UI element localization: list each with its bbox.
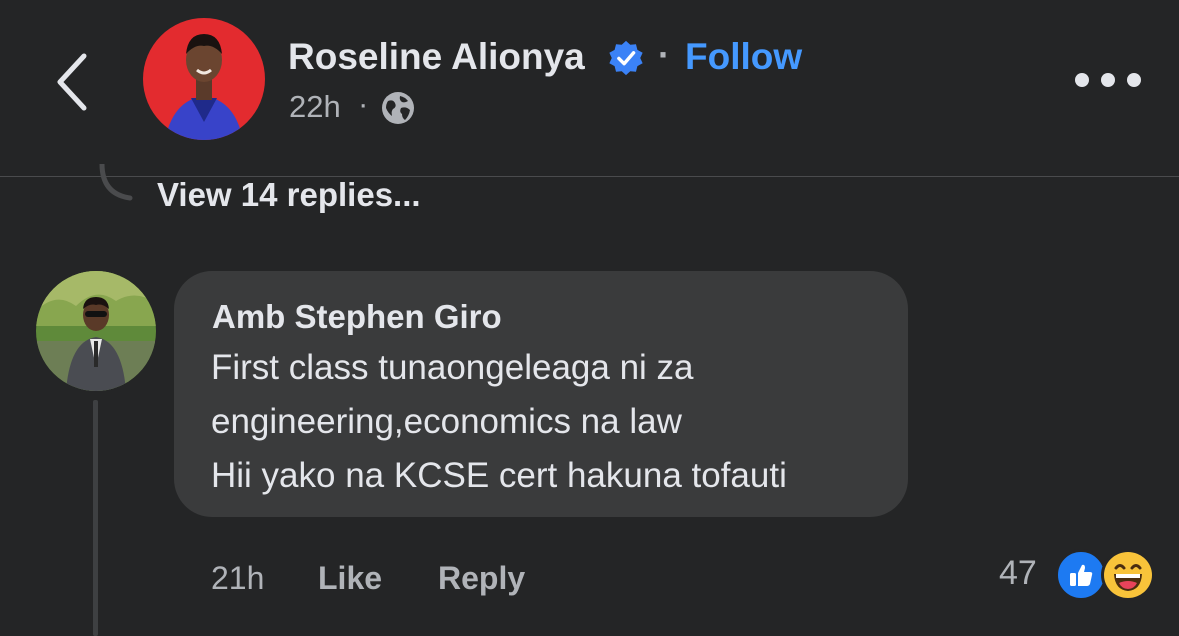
avatar-image [143,18,265,140]
comment-timestamp[interactable]: 21h [211,560,264,597]
more-options-button[interactable] [1075,60,1141,100]
comment-text-line: Hii yako na KCSE cert hakuna tofauti [211,456,787,495]
post-header: Roseline Alionya · Follow 22h · [0,0,1179,177]
laughing-face-icon [1114,564,1142,591]
reactions-summary[interactable] [1055,547,1159,601]
commenter-avatar[interactable] [36,271,156,391]
comment-text-line: First class tunaongeleaga ni za [211,348,694,387]
more-dot [1127,73,1141,87]
thread-line [93,400,98,636]
author-name[interactable]: Roseline Alionya [288,36,585,78]
thumbs-up-icon [1070,564,1093,586]
comment-text: First class tunaongeleaga ni za engineer… [211,341,787,503]
reply-connector-line [99,164,133,201]
more-dot [1075,73,1089,87]
comment-bubble[interactable]: Amb Stephen Giro First class tunaongelea… [174,271,908,517]
like-button[interactable]: Like [318,560,382,597]
commenter-name[interactable]: Amb Stephen Giro [212,298,502,336]
chevron-left-icon [57,53,87,111]
comment-text-line: engineering,economics na law [211,402,682,441]
follow-button[interactable]: Follow [685,36,802,78]
post-timestamp[interactable]: 22h [289,89,341,125]
haha-reaction-icon [1101,549,1155,601]
back-button[interactable] [44,46,100,118]
view-replies-link[interactable]: View 14 replies... [157,176,421,214]
meta-separator: · [358,86,369,121]
author-avatar[interactable] [143,18,265,140]
more-dot [1101,73,1115,87]
avatar-image [36,271,156,391]
reaction-count[interactable]: 47 [999,554,1037,593]
follow-separator: · [658,34,670,75]
like-reaction-icon [1055,549,1107,601]
verified-badge-icon [609,40,643,76]
reply-button[interactable]: Reply [438,560,525,597]
globe-icon [382,92,414,124]
